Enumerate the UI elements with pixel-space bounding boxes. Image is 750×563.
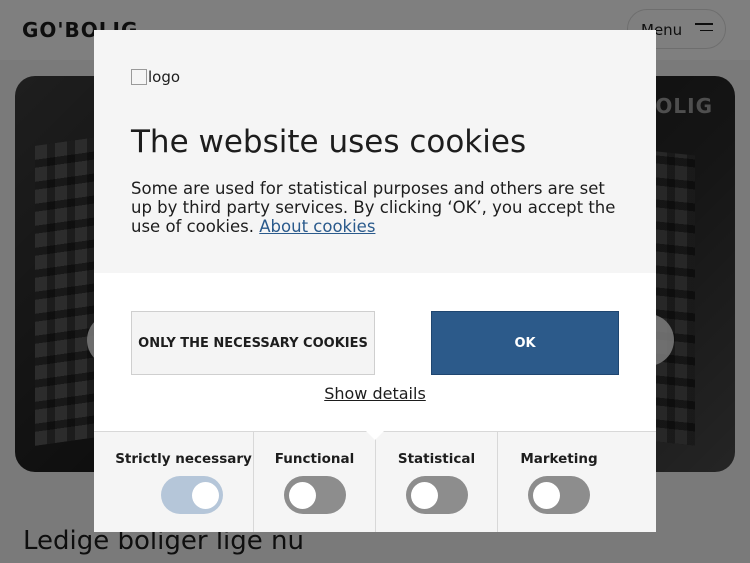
about-cookies-link[interactable]: About cookies xyxy=(259,217,375,236)
toggle-knob xyxy=(289,482,316,509)
category-marketing: Marketing xyxy=(497,432,656,532)
show-details-link[interactable]: Show details xyxy=(94,384,656,403)
only-necessary-button[interactable]: ONLY THE NECESSARY COOKIES xyxy=(131,311,375,375)
statistical-toggle[interactable] xyxy=(406,476,468,514)
toggle-knob xyxy=(533,482,560,509)
strictly-necessary-toggle xyxy=(161,476,223,514)
category-label: Functional xyxy=(274,451,355,467)
details-caret xyxy=(366,431,384,440)
toggle-knob xyxy=(192,482,219,509)
category-strictly-necessary: Strictly necessary xyxy=(94,432,253,532)
category-label: Strictly necessary xyxy=(115,451,252,467)
cookie-categories: Strictly necessary Functional Statistica… xyxy=(94,431,656,532)
marketing-toggle[interactable] xyxy=(528,476,590,514)
functional-toggle[interactable] xyxy=(284,476,346,514)
broken-image-icon xyxy=(131,69,147,85)
cookie-dialog-title: The website uses cookies xyxy=(131,124,527,160)
logo-image: logo xyxy=(131,68,180,86)
cookie-dialog-body: Some are used for statistical purposes a… xyxy=(131,179,621,236)
ok-button[interactable]: OK xyxy=(431,311,619,375)
cookie-dialog: logo The website uses cookies Some are u… xyxy=(94,30,656,532)
cookie-actions: ONLY THE NECESSARY COOKIES OK Show detai… xyxy=(94,273,656,431)
logo-alt-text: logo xyxy=(148,68,181,86)
toggle-knob xyxy=(411,482,438,509)
category-label: Statistical xyxy=(397,451,476,467)
category-functional: Functional xyxy=(253,432,375,532)
category-label: Marketing xyxy=(520,451,598,467)
category-statistical: Statistical xyxy=(375,432,497,532)
